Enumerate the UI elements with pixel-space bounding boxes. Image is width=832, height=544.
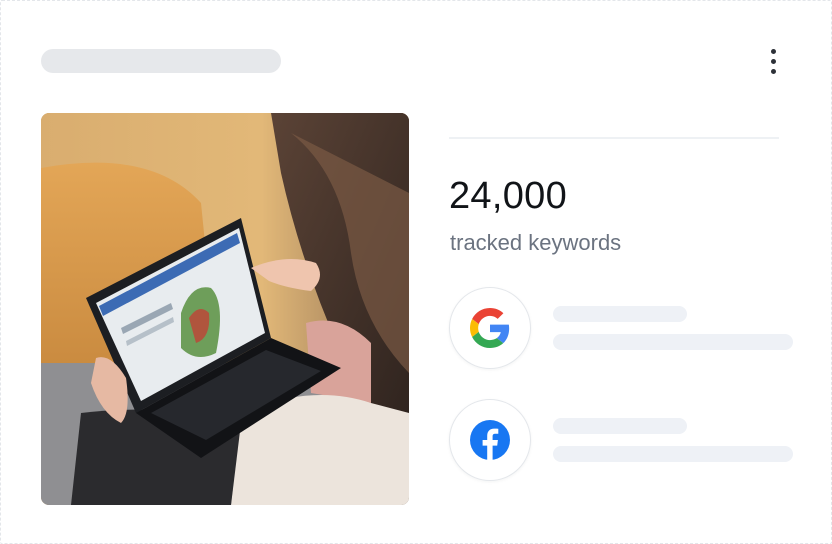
google-logo-icon: [470, 308, 510, 348]
facebook-detail-placeholder: [553, 446, 793, 462]
facebook-source-button[interactable]: [449, 399, 531, 481]
person-using-laptop-image: [41, 113, 409, 505]
keyword-count-label: tracked keywords: [450, 230, 622, 255]
facebook-title-placeholder: [553, 418, 687, 434]
keyword-count: 24,000: [449, 175, 568, 217]
google-title-placeholder: [553, 306, 687, 322]
google-source-button[interactable]: [449, 287, 531, 369]
google-detail-placeholder: [553, 334, 793, 350]
more-vertical-icon: [770, 48, 776, 54]
title-placeholder: [41, 49, 281, 73]
divider: [449, 137, 779, 139]
facebook-logo-icon: [470, 420, 510, 460]
keyword-card: 24,000 tracked keywords: [0, 0, 832, 544]
more-options-button[interactable]: [759, 45, 787, 77]
